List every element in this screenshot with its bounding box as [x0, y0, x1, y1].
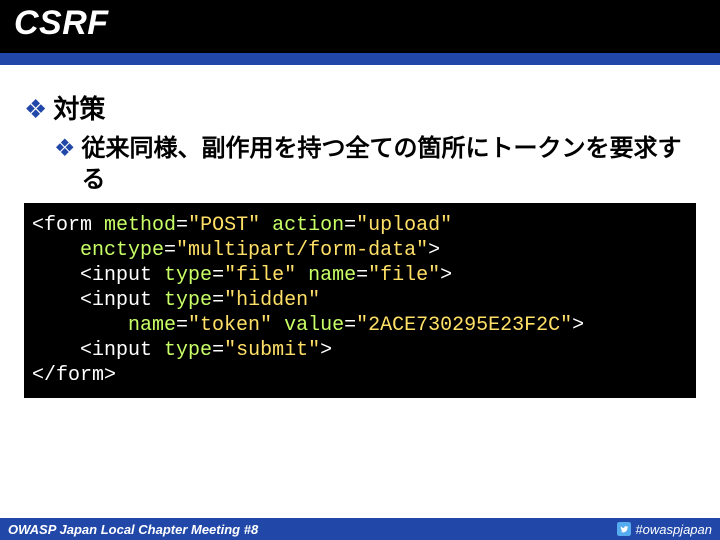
blue-stripe [0, 53, 720, 65]
bullet-l2-text: 従来同様、副作用を持つ全ての箇所にトークンを要求する [82, 133, 696, 195]
code-block: <form method="POST" action="upload" enct… [24, 203, 696, 398]
content-area: ❖ 対策 ❖ 従来同様、副作用を持つ全ての箇所にトークンを要求する <form … [0, 65, 720, 398]
footer-hashtag: #owaspjapan [635, 522, 712, 537]
bullet-level1: ❖ 対策 [24, 95, 696, 125]
twitter-icon [616, 522, 631, 537]
slide-title: CSRF [14, 4, 706, 43]
footer-left-text: OWASP Japan Local Chapter Meeting #8 [8, 522, 258, 537]
diamond-icon: ❖ [54, 133, 76, 164]
footer-bar: OWASP Japan Local Chapter Meeting #8 #ow… [0, 518, 720, 540]
diamond-icon: ❖ [24, 95, 47, 125]
bullet-level2: ❖ 従来同様、副作用を持つ全ての箇所にトークンを要求する [54, 133, 696, 195]
bullet-l1-text: 対策 [53, 95, 105, 125]
footer-right: #owaspjapan [616, 522, 712, 537]
title-band: CSRF [0, 0, 720, 53]
